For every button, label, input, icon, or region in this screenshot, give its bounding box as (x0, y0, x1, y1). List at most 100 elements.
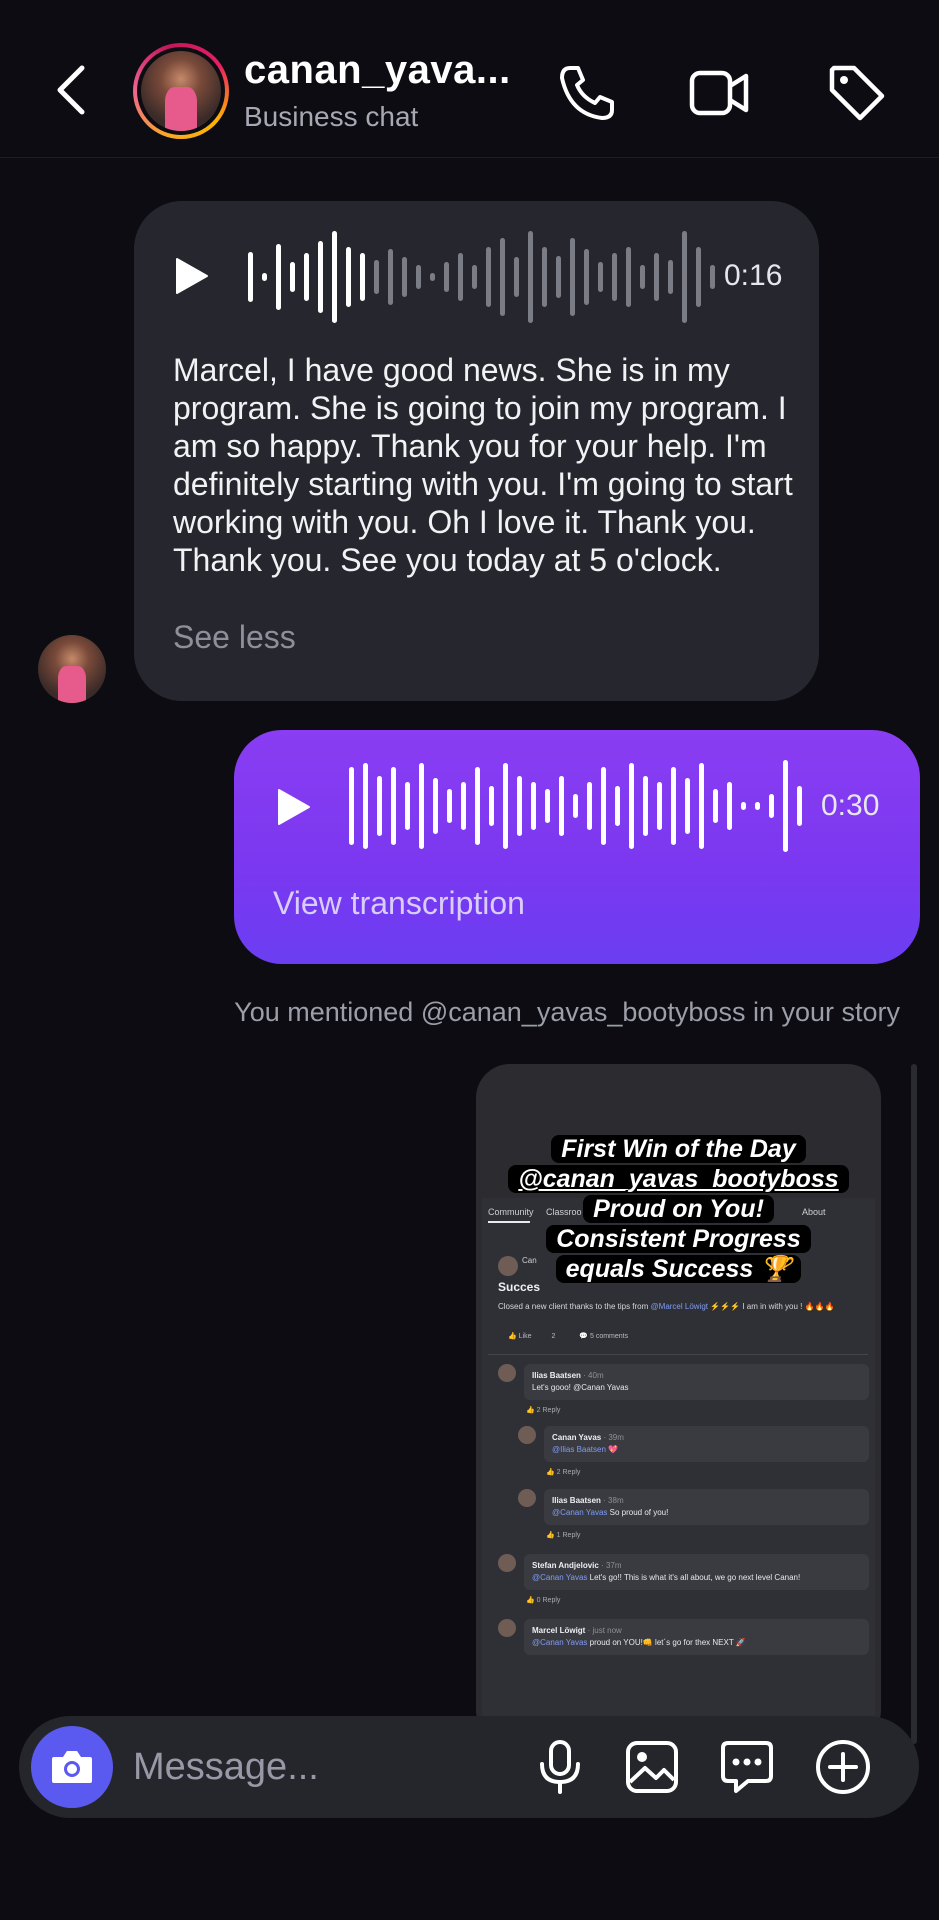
waveform-bar (433, 778, 438, 834)
waveform-bar (685, 778, 690, 834)
waveform-bar (290, 262, 295, 292)
contact-name[interactable]: canan_yava... (244, 48, 511, 93)
see-less-link[interactable]: See less (173, 619, 296, 656)
comment-icon: 💬 (579, 1333, 590, 1340)
back-chevron-icon[interactable] (52, 62, 92, 118)
waveform-bar (517, 776, 522, 836)
scrollbar[interactable] (911, 1064, 917, 1744)
avatar-photo (141, 51, 221, 131)
comment-avatar (498, 1554, 516, 1572)
story-caption-line-5: equals Success 🏆 (476, 1254, 881, 1284)
waveform-bar (402, 257, 407, 297)
waveform-bar (405, 782, 410, 830)
chat-header: canan_yava... Business chat (0, 0, 939, 158)
waveform-bar (416, 265, 421, 289)
waveform-bar (248, 252, 253, 302)
waveform-bar (461, 782, 466, 830)
waveform-bar (514, 257, 519, 297)
plus-circle-icon[interactable] (814, 1738, 872, 1796)
story-caption-mention: @canan_yavas_bootyboss (476, 1164, 881, 1194)
waveform-bar (643, 776, 648, 836)
waveform-bar (458, 253, 463, 301)
waveform-bar (682, 231, 687, 323)
waveform-bar (570, 238, 575, 316)
comment-actions[interactable]: 👍 2 Reply (546, 1468, 580, 1476)
waveform-bar (475, 767, 480, 845)
waveform-bar (559, 776, 564, 836)
comment-avatar (518, 1489, 536, 1507)
waveform-bar (668, 260, 673, 294)
waveform-bar (489, 786, 494, 826)
waveform-bar (531, 782, 536, 830)
camera-icon (52, 1751, 92, 1783)
waveform-bar (612, 253, 617, 301)
comment-actions[interactable]: 👍 1 Reply (546, 1531, 580, 1539)
camera-button[interactable] (31, 1726, 113, 1808)
play-icon[interactable] (276, 787, 312, 827)
waveform-bar (601, 767, 606, 845)
waveform-bar (349, 767, 354, 845)
waveform-bar (346, 247, 351, 307)
waveform-bar (797, 786, 802, 826)
chat-type-label: Business chat (244, 101, 419, 132)
post-likes-row: 👍 Like 2 💬 5 comments (508, 1333, 629, 1340)
waveform-bar (318, 241, 323, 313)
waveform-bar (374, 260, 379, 294)
comment-avatar (498, 1364, 516, 1382)
waveform-bar (332, 231, 337, 323)
waveform-bar (598, 262, 603, 292)
waveform-bar (276, 244, 281, 310)
thumbs-up-icon: 👍 (508, 1333, 519, 1340)
outgoing-voice-message: 0:30 View transcription (234, 730, 920, 964)
comment-actions[interactable]: 👍 2 Reply (526, 1406, 560, 1414)
waveform-bar (640, 265, 645, 289)
comment: Ilias Baatsen · 40m Let's gooo! @Canan Ya… (524, 1364, 869, 1400)
waveform-bar (654, 253, 659, 301)
comment: Canan Yavas · 39m @Ilias Baatsen 💖 (544, 1426, 869, 1462)
waveform-bar (584, 249, 589, 305)
waveform-bar (769, 794, 774, 818)
sender-avatar[interactable] (38, 635, 106, 703)
comment: Stefan Andjelovic · 37m @Canan Yavas Let'… (524, 1554, 869, 1590)
outgoing-waveform[interactable] (349, 758, 811, 854)
voice-transcript: Marcel, I have good news. She is in my p… (173, 352, 793, 578)
microphone-icon[interactable] (531, 1738, 589, 1796)
tag-icon[interactable] (826, 62, 888, 124)
waveform-bar (391, 767, 396, 845)
video-camera-icon[interactable] (688, 62, 750, 124)
waveform-bar (388, 249, 393, 305)
story-caption-line-1: First Win of the Day (476, 1134, 881, 1164)
waveform-bar (545, 789, 550, 823)
play-icon[interactable] (174, 256, 210, 296)
waveform-bar (500, 238, 505, 316)
comment-avatar (518, 1426, 536, 1444)
story-card[interactable]: Community Classroo About Can Succes Clos… (476, 1064, 881, 1744)
sticker-chat-icon[interactable] (718, 1738, 776, 1796)
waveform-bar (472, 265, 477, 289)
comment: Marcel Löwigt · just now @Canan Yavas pro… (524, 1619, 869, 1655)
comment-actions[interactable]: 👍 0 Reply (526, 1596, 560, 1604)
waveform-bar (671, 767, 676, 845)
waveform-bar (360, 253, 365, 301)
waveform-bar (542, 247, 547, 307)
waveform-bar (444, 262, 449, 292)
message-composer (19, 1716, 919, 1818)
waveform-bar (304, 253, 309, 301)
waveform-bar (430, 273, 435, 281)
gallery-icon[interactable] (623, 1738, 681, 1796)
waveform-bar (657, 782, 662, 830)
outgoing-duration: 0:30 (821, 789, 880, 822)
view-transcription-link[interactable]: View transcription (273, 885, 525, 922)
message-input[interactable] (133, 1738, 513, 1796)
waveform-bar (262, 273, 267, 281)
waveform-bar (615, 786, 620, 826)
comment-avatar (498, 1619, 516, 1637)
post-body: Closed a new client thanks to the tips f… (498, 1302, 835, 1311)
waveform-bar (503, 763, 508, 849)
incoming-waveform[interactable] (248, 229, 724, 325)
incoming-voice-message: 0:16 Marcel, I have good news. She is in… (134, 201, 819, 701)
waveform-bar (713, 789, 718, 823)
phone-icon[interactable] (556, 62, 618, 124)
contact-avatar[interactable] (133, 43, 229, 139)
waveform-bar (377, 776, 382, 836)
